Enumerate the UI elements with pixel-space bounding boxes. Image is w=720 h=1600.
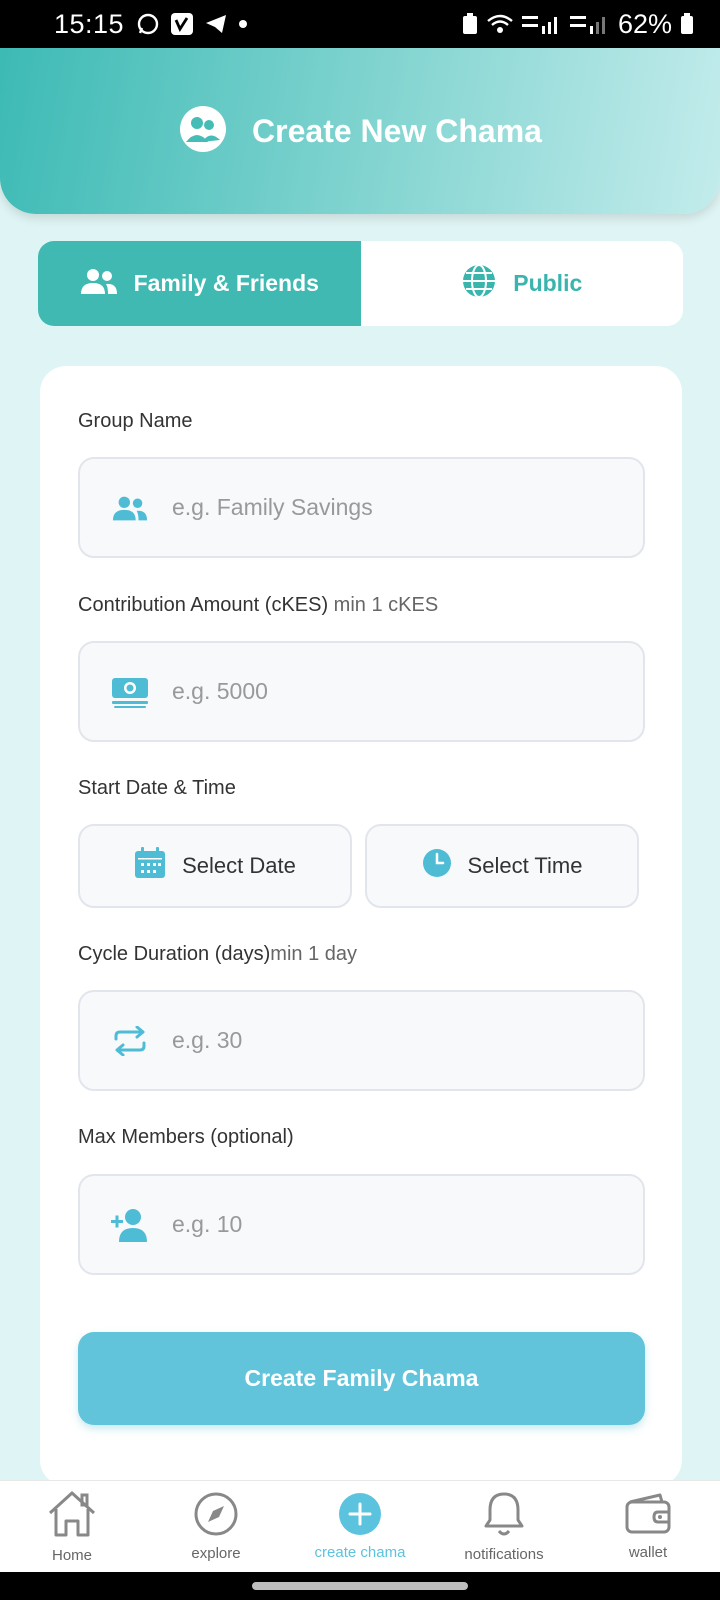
- wifi-icon: [486, 13, 514, 35]
- select-time-label: Select Time: [467, 853, 583, 878]
- cycle-label: Cycle Duration (days)min 1 day: [78, 943, 358, 965]
- calendar-icon: [134, 847, 166, 885]
- battery-saver-icon: [462, 13, 478, 35]
- wallet-icon: [624, 1492, 672, 1540]
- users-icon: [110, 494, 150, 522]
- select-date-label: Select Date: [182, 853, 296, 878]
- select-date-button[interactable]: Select Date: [78, 824, 352, 908]
- group-name-field[interactable]: [78, 457, 645, 558]
- group-name-label: Group Name: [78, 410, 193, 432]
- nav-label: Home: [51, 1547, 92, 1564]
- repeat-icon: [110, 1025, 150, 1056]
- clock-icon: [422, 848, 452, 884]
- dot-icon: [238, 19, 248, 29]
- nav-item-notifications[interactable]: notifications: [432, 1481, 576, 1572]
- gesture-bar: [0, 1572, 720, 1600]
- cycle-hint: min 1 day: [270, 943, 358, 965]
- home-icon: [46, 1489, 98, 1543]
- select-time-button[interactable]: Select Time: [365, 824, 639, 908]
- create-family-chama-button[interactable]: Create Family Chama: [78, 1332, 645, 1425]
- system-icons: 62%: [462, 9, 694, 40]
- contribution-label: Contribution Amount (cKES) min 1 cKES: [78, 594, 439, 616]
- user-plus-icon: [110, 1208, 150, 1242]
- nav-item-home[interactable]: Home: [0, 1481, 144, 1572]
- nav-item-explore[interactable]: explore: [144, 1481, 288, 1572]
- bell-icon: [482, 1490, 526, 1542]
- notification-icons: [136, 12, 248, 36]
- plus-icon: [338, 1492, 382, 1540]
- vimeo-icon: [170, 12, 194, 36]
- nav-item-create-chama[interactable]: create chama: [288, 1481, 432, 1572]
- chama-type-tabs: Family & Friends Public: [38, 241, 683, 326]
- whatsapp-icon: [136, 12, 160, 36]
- group-name-input[interactable]: [172, 494, 592, 521]
- create-chama-form: Group Name Contribution Amount (cKES) mi…: [40, 366, 682, 1486]
- battery-percent: 62%: [617, 8, 672, 39]
- compass-icon: [193, 1491, 239, 1541]
- max-members-field[interactable]: [78, 1174, 645, 1275]
- home-gesture-handle[interactable]: [252, 1582, 468, 1590]
- nav-label: explore: [191, 1545, 241, 1562]
- signal-sim1-icon: [521, 12, 562, 36]
- money-icon: [110, 676, 150, 708]
- start-label: Start Date & Time: [78, 777, 236, 799]
- contribution-hint: min 1 cKES: [328, 594, 439, 616]
- bottom-nav: Home explore create chama notifications: [0, 1480, 720, 1572]
- group-icon: [178, 104, 228, 159]
- globe-icon: [461, 263, 497, 305]
- max-members-label: Max Members (optional): [78, 1126, 294, 1148]
- nav-label: notifications: [464, 1546, 544, 1563]
- tab-label: Public: [513, 270, 583, 296]
- status-time: 15:15: [54, 8, 125, 39]
- contribution-field[interactable]: [78, 641, 645, 742]
- tab-label: Family & Friends: [133, 270, 319, 296]
- max-members-input[interactable]: [172, 1211, 592, 1238]
- tab-public[interactable]: Public: [360, 241, 683, 326]
- page-title: Create New Chama: [252, 112, 542, 149]
- users-icon: [80, 267, 118, 301]
- nav-label: wallet: [628, 1544, 668, 1561]
- telegram-icon: [204, 12, 228, 36]
- cycle-input[interactable]: [172, 1027, 592, 1054]
- status-bar: 15:15 62%: [0, 0, 720, 48]
- nav-label: create chama: [314, 1544, 406, 1561]
- contribution-input[interactable]: [172, 678, 592, 705]
- signal-sim2-icon: [569, 12, 610, 36]
- cycle-field[interactable]: [78, 990, 645, 1091]
- nav-item-wallet[interactable]: wallet: [576, 1481, 720, 1572]
- tab-family-friends[interactable]: Family & Friends: [38, 241, 361, 326]
- page-header: Create New Chama: [0, 48, 720, 214]
- battery-icon: [680, 13, 694, 35]
